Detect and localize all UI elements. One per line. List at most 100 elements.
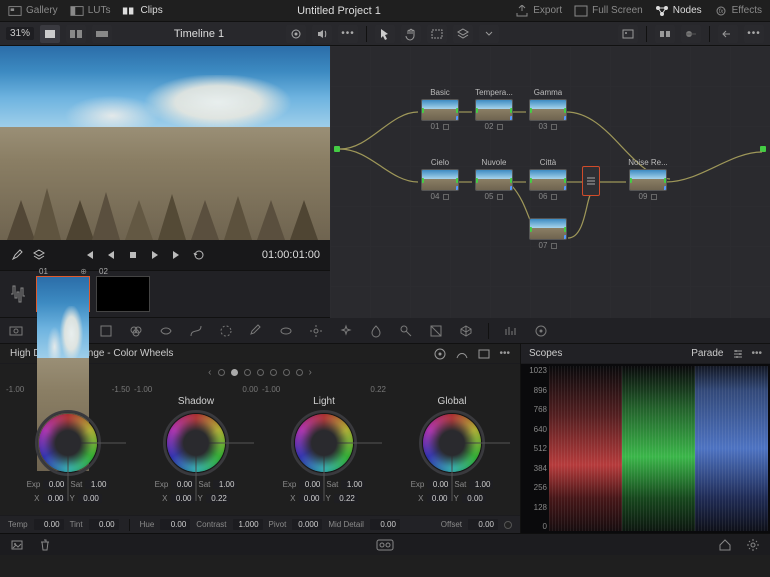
magic-mask-icon[interactable] xyxy=(338,323,354,339)
node-03[interactable]: Gamma 03 xyxy=(526,88,570,131)
hand-icon[interactable] xyxy=(401,25,421,43)
sat-value[interactable]: 1.00 xyxy=(341,480,365,489)
pointer-icon[interactable] xyxy=(375,25,395,43)
motion-effects-icon[interactable] xyxy=(158,323,174,339)
fullscreen-button[interactable]: Full Screen xyxy=(574,0,643,21)
tracking-icon[interactable] xyxy=(308,323,324,339)
chevron-down-icon[interactable] xyxy=(479,25,499,43)
x-value[interactable]: 0.00 xyxy=(43,494,67,503)
zone-dot[interactable] xyxy=(296,369,303,376)
y-value[interactable]: 0.22 xyxy=(334,494,358,503)
timeline-name[interactable]: Timeline 1 xyxy=(144,28,254,40)
sizing-icon[interactable] xyxy=(428,323,444,339)
exp-value[interactable]: 0.00 xyxy=(299,480,323,489)
nodes-button[interactable]: Nodes xyxy=(655,0,702,21)
image-wipe-icon[interactable] xyxy=(286,25,306,43)
exp-value[interactable]: 0.00 xyxy=(427,480,451,489)
stop-icon[interactable] xyxy=(126,248,140,262)
parallel-mixer-node[interactable] xyxy=(582,166,600,196)
y-value[interactable]: 0.00 xyxy=(78,494,102,503)
temp-value[interactable]: 0.00 xyxy=(34,519,64,530)
clips-button[interactable]: Clips xyxy=(122,0,162,21)
view-dual-icon[interactable] xyxy=(66,25,86,43)
color-warper-icon[interactable] xyxy=(218,323,234,339)
node-02[interactable]: Tempera... 02 xyxy=(472,88,516,131)
rect-select-icon[interactable] xyxy=(427,25,447,43)
last-frame-icon[interactable] xyxy=(170,248,184,262)
undo-icon[interactable] xyxy=(718,25,738,43)
loop-icon[interactable] xyxy=(192,248,206,262)
node-graph[interactable]: Basic 01 Tempera... 02 Gamma 03 Cielo 04… xyxy=(330,46,770,318)
info-icon[interactable] xyxy=(533,323,549,339)
graph-input-port[interactable] xyxy=(334,146,340,152)
node-slider-icon[interactable] xyxy=(681,25,701,43)
key-icon[interactable] xyxy=(398,323,414,339)
rgb-mixer-icon[interactable] xyxy=(128,323,144,339)
zone-next-icon[interactable]: › xyxy=(309,367,312,378)
hdr-expand-icon[interactable] xyxy=(477,347,491,361)
offset-value[interactable]: 0.00 xyxy=(468,519,498,530)
graph-output-port[interactable] xyxy=(760,146,766,152)
sat-value[interactable]: 1.00 xyxy=(213,480,237,489)
sat-value[interactable]: 1.00 xyxy=(469,480,493,489)
zone-dot[interactable] xyxy=(231,369,238,376)
contrast-value[interactable]: 1.000 xyxy=(233,519,263,530)
scopes-mode[interactable]: Parade xyxy=(691,348,723,359)
gear-icon[interactable] xyxy=(746,538,760,552)
exp-value[interactable]: 0.00 xyxy=(171,480,195,489)
offset-color-icon[interactable] xyxy=(504,521,512,529)
grab-still-icon[interactable] xyxy=(10,538,24,552)
stack-icon[interactable] xyxy=(32,248,46,262)
blur-icon[interactable] xyxy=(368,323,384,339)
play-icon[interactable] xyxy=(148,248,162,262)
x-value[interactable]: 0.00 xyxy=(171,494,195,503)
color-wheel[interactable] xyxy=(156,410,236,476)
clip-thumb-2[interactable]: 02 xyxy=(96,276,150,312)
x-value[interactable]: 0.00 xyxy=(427,494,451,503)
hdr-graph-icon[interactable] xyxy=(455,347,469,361)
node-06[interactable]: Città 06 xyxy=(526,158,570,201)
color-page-icon[interactable] xyxy=(375,538,395,552)
y-value[interactable]: 0.22 xyxy=(206,494,230,503)
scopes-toggle-icon[interactable] xyxy=(503,323,519,339)
scopes-more-icon[interactable]: ••• xyxy=(751,348,762,359)
qualifier-icon[interactable] xyxy=(248,323,264,339)
first-frame-icon[interactable] xyxy=(82,248,96,262)
node-04[interactable]: Cielo 04 xyxy=(418,158,462,201)
view-single-icon[interactable] xyxy=(40,25,60,43)
hdr-reset-icon[interactable] xyxy=(433,347,447,361)
pivot-value[interactable]: 0.000 xyxy=(292,519,322,530)
timecode[interactable]: 01:00:01:00 xyxy=(262,249,320,261)
luts-button[interactable]: LUTs xyxy=(70,0,111,21)
node-07[interactable]: 07 xyxy=(526,216,570,250)
tint-value[interactable]: 0.00 xyxy=(89,519,119,530)
home-icon[interactable] xyxy=(718,538,732,552)
y-value[interactable]: 0.00 xyxy=(462,494,486,503)
zone-prev-icon[interactable]: ‹ xyxy=(208,367,211,378)
zone-dot[interactable] xyxy=(270,369,277,376)
node-05[interactable]: Nuvole 05 xyxy=(472,158,516,201)
primaries-icon[interactable] xyxy=(98,323,114,339)
clip-thumb-1[interactable]: 01 ⊕ xyxy=(36,276,90,312)
hue-value[interactable]: 0.00 xyxy=(160,519,190,530)
curves-icon[interactable] xyxy=(188,323,204,339)
more-viewer-icon[interactable]: ••• xyxy=(338,25,358,43)
gallery-button[interactable]: Gallery xyxy=(8,0,58,21)
color-wheel[interactable] xyxy=(28,410,108,476)
waveform-icon[interactable] xyxy=(8,277,30,311)
export-button[interactable]: Export xyxy=(515,0,562,21)
viewer[interactable] xyxy=(0,46,330,240)
sat-value[interactable]: 1.00 xyxy=(85,480,109,489)
node-thumb-icon[interactable] xyxy=(618,25,638,43)
zone-dot[interactable] xyxy=(244,369,251,376)
x-value[interactable]: 0.00 xyxy=(299,494,323,503)
node-options-icon[interactable] xyxy=(655,25,675,43)
node-09[interactable]: Noise Re... 09 xyxy=(626,158,670,201)
audio-icon[interactable] xyxy=(312,25,332,43)
zone-dot[interactable] xyxy=(257,369,264,376)
trash-icon[interactable] xyxy=(38,538,52,552)
hdr-more-icon[interactable]: ••• xyxy=(499,348,510,359)
more-nodes-icon[interactable]: ••• xyxy=(744,25,764,43)
scopes-settings-icon[interactable] xyxy=(731,347,745,361)
eyedropper-icon[interactable] xyxy=(10,248,24,262)
